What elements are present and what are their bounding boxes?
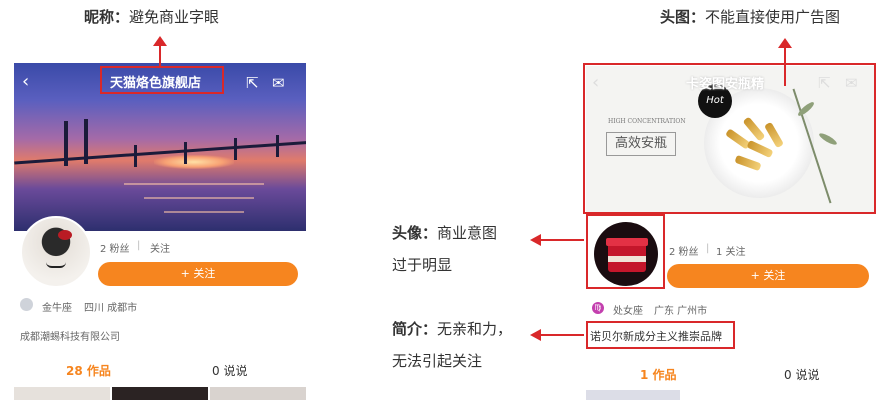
post-thumbnail[interactable]	[586, 390, 680, 400]
sunset-glow	[154, 155, 234, 169]
arrow-up-icon	[153, 36, 167, 46]
bridge-tower	[64, 121, 68, 166]
back-icon[interactable]: ‹	[22, 73, 29, 91]
intro-annotation-line2: 无法引起关注	[392, 352, 483, 370]
follow-button[interactable]: + 关注	[98, 262, 298, 286]
arrow-shaft	[784, 46, 786, 86]
following-count[interactable]: 关注	[150, 240, 170, 255]
header-highlight-box	[583, 63, 876, 214]
post-thumbnail[interactable]	[112, 387, 208, 400]
nickname-annotation-label: 昵称：	[84, 8, 130, 26]
nike-logo-icon	[46, 262, 66, 268]
horoscope-icon	[20, 298, 33, 311]
location: 广东 广州市	[654, 306, 708, 317]
avatar[interactable]	[20, 216, 92, 288]
water-reflection	[164, 211, 244, 213]
avatar-annotation-text: 商业意图	[437, 224, 498, 242]
virgo-icon: ♍	[592, 302, 604, 314]
horoscope: 金牛座	[42, 303, 72, 314]
intro-annotation-label: 简介：	[392, 320, 438, 338]
arrow-shaft	[159, 44, 161, 66]
header-annotation: 头图：不能直接使用广告图	[660, 6, 840, 27]
post-thumbnail[interactable]	[14, 387, 110, 400]
water-reflection	[124, 183, 264, 185]
arrow-shaft	[540, 239, 584, 241]
intro-annotation: 简介：无亲和力，	[392, 318, 512, 339]
bridge-pillar	[276, 135, 279, 157]
tab-works[interactable]: 1 作品	[640, 366, 677, 383]
nickname-annotation-text: 避免商业字眼	[129, 8, 220, 26]
arrow-shaft	[540, 334, 584, 336]
divider: |	[706, 243, 710, 254]
arrow-up-icon	[778, 38, 792, 48]
follower-count[interactable]: 2 粉丝	[669, 243, 699, 258]
follow-button[interactable]: + 关注	[667, 264, 869, 288]
arrow-left-icon	[530, 234, 541, 246]
bridge-tower	[84, 119, 88, 164]
horoscope: 处女座	[613, 306, 643, 317]
bridge-pillar	[234, 138, 237, 160]
shop-name: 天猫烙色旗舰店	[110, 76, 202, 91]
message-icon[interactable]: ✉	[272, 74, 285, 92]
bridge-pillar	[134, 145, 137, 167]
follower-count[interactable]: 2 粉丝	[100, 240, 130, 255]
avatar-annotation: 头像：商业意图	[392, 222, 497, 243]
avatar-highlight-box	[586, 214, 665, 289]
location: 四川 成都市	[84, 303, 138, 314]
avatar-annotation-label: 头像：	[392, 224, 438, 242]
share-icon[interactable]: ⇱	[246, 74, 259, 92]
intro: 成都潮蜴科技有限公司	[20, 332, 120, 343]
post-thumbnail[interactable]	[210, 387, 306, 400]
header-annotation-label: 头图：	[660, 8, 706, 26]
arrow-left-icon	[530, 329, 541, 341]
bridge-pillar	[184, 142, 187, 164]
following-count[interactable]: 1 关注	[716, 243, 746, 258]
avatar-annotation-line2: 过于明显	[392, 256, 453, 274]
flower-icon	[58, 230, 72, 240]
intro-annotation-text: 无亲和力，	[437, 320, 513, 338]
tab-works[interactable]: 28 作品	[66, 362, 111, 379]
tab-talks[interactable]: 0 说说	[784, 366, 819, 383]
water-reflection	[144, 197, 254, 199]
header-annotation-text: 不能直接使用广告图	[705, 8, 841, 26]
intro: 诺贝尔新成分主义推崇品牌	[590, 330, 722, 343]
divider: |	[137, 240, 141, 251]
nickname-annotation: 昵称：避免商业字眼	[84, 6, 219, 27]
tab-talks[interactable]: 0 说说	[212, 362, 247, 379]
